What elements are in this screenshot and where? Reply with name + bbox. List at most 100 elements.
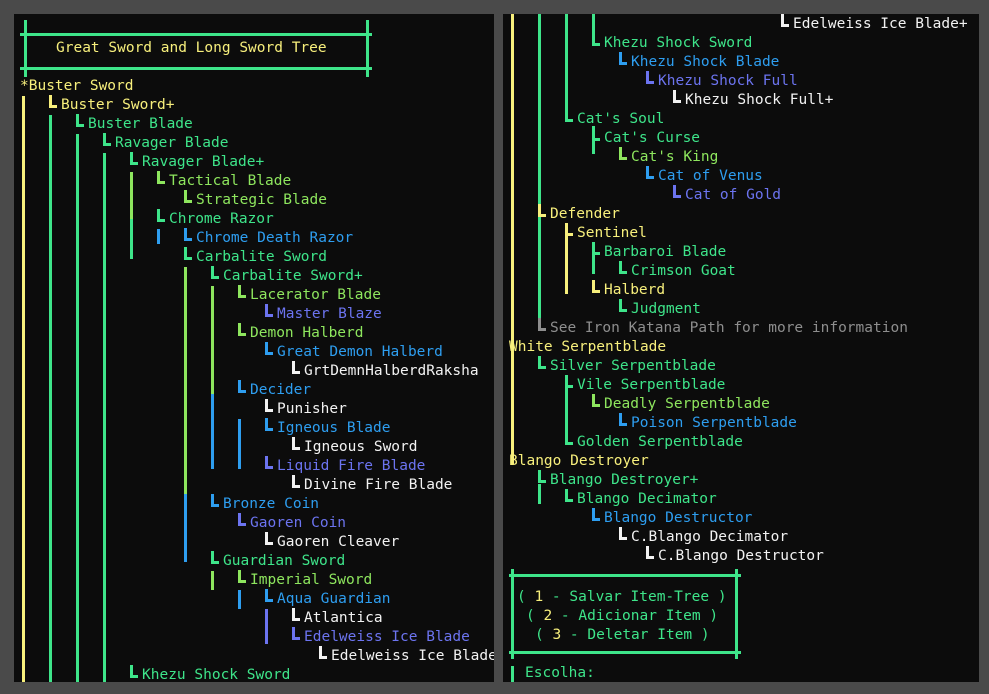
tree-node: Cat's King (631, 149, 719, 165)
branch-connector (619, 537, 627, 540)
tree-node: Liquid Fire Blade (277, 458, 426, 474)
branch-connector (619, 157, 627, 160)
tree-node: Carbalite Sword (196, 249, 327, 265)
branch-connector (565, 233, 573, 236)
tree-branch-line (22, 96, 25, 682)
tree-branch-line (238, 590, 241, 609)
branch-connector (130, 675, 138, 678)
tree-node: Decider (250, 382, 312, 398)
branch-connector (538, 328, 546, 331)
branch-connector (538, 366, 546, 369)
tree-node: Barbaroi Blade (604, 244, 727, 260)
branch-connector (238, 390, 246, 393)
tree-branch-line (265, 609, 268, 644)
branch-connector (319, 656, 327, 659)
menu-option-number: 2 (543, 608, 553, 624)
branch-connector (619, 62, 627, 65)
branch-connector (646, 556, 654, 559)
tree-branch-line (538, 14, 541, 329)
tree-node: See Iron Katana Path for more informatio… (550, 320, 908, 336)
tree-node: Lacerator Blade (250, 287, 381, 303)
branch-connector (592, 138, 600, 141)
tree-node: Bronze Coin (223, 496, 320, 512)
choice-prompt[interactable]: Escolha: (525, 664, 595, 682)
branch-connector (103, 143, 111, 146)
tree-branch-line (511, 14, 514, 464)
menu-option[interactable]: ( 2 - Adicionar Item ) (526, 607, 718, 626)
tree-node: Master Blaze (277, 306, 382, 322)
menu-option-label: Deletar Item (587, 627, 693, 643)
branch-connector (646, 81, 654, 84)
tree-node: GrtDemnHalberdRaksha (304, 363, 479, 379)
tree-node: Great Demon Halberd (277, 344, 443, 360)
tree-branch-line (157, 229, 160, 244)
prompt-cursor-bar (511, 666, 514, 682)
tree-node: Khezu Shock Blade (631, 54, 780, 70)
menu-option[interactable]: ( 3 - Deletar Item ) (535, 626, 710, 645)
branch-connector (565, 499, 573, 502)
tree-node: Chrome Razor (169, 211, 274, 227)
title-box-border (20, 67, 372, 70)
tree-node: Edelweiss Ice Blade+ (331, 648, 494, 664)
branch-connector (238, 295, 246, 298)
tree-node: Golden Serpentblade (577, 434, 743, 450)
tree-node: Blango Decimator (577, 491, 717, 507)
menu-border (509, 574, 741, 577)
tree-node: Silver Serpentblade (550, 358, 716, 374)
branch-connector (265, 542, 273, 545)
page-title: Great Sword and Long Sword Tree (56, 40, 327, 56)
branch-connector (265, 352, 273, 355)
tree-node: Cat of Gold (685, 187, 782, 203)
branch-connector (565, 385, 573, 388)
tree-node: White Serpentblade (509, 339, 667, 355)
branch-connector (646, 176, 654, 179)
menu-option-label: Adicionar Item (578, 608, 701, 624)
branch-connector (265, 466, 273, 469)
tree-node: Edelweiss Ice Blade (304, 629, 470, 645)
menu-option-number: 3 (552, 627, 562, 643)
tree-node: Blango Destructor (604, 510, 753, 526)
tree-node: Buster Blade (88, 116, 193, 132)
title-box-border (20, 33, 372, 36)
tree-node: Edelweiss Ice Blade+ (793, 16, 968, 32)
tree-node: Demon Halberd (250, 325, 364, 341)
branch-connector (538, 480, 546, 483)
branch-connector (184, 257, 192, 260)
tree-node: Khezu Shock Sword (142, 667, 291, 682)
menu-option-number: 1 (534, 589, 544, 605)
tree-branch-line (184, 494, 187, 562)
tree-node: Punisher (277, 401, 347, 417)
tree-branch-line (211, 286, 214, 394)
tree-node: Igneous Sword (304, 439, 418, 455)
tree-node: Blango Destroyer (509, 453, 649, 469)
tree-branch-line (238, 419, 241, 469)
branch-connector (538, 214, 546, 217)
menu-option[interactable]: ( 1 - Salvar Item-Tree ) (517, 588, 727, 607)
branch-connector (238, 333, 246, 336)
branch-connector (211, 561, 219, 564)
tree-branch-line (103, 153, 106, 682)
tree-node: Igneous Blade (277, 420, 391, 436)
tree-node: Defender (550, 206, 620, 222)
branch-connector (265, 428, 273, 431)
tree-branch-line (130, 219, 133, 259)
branch-connector (292, 618, 300, 621)
branch-connector (211, 504, 219, 507)
tree-node: Divine Fire Blade (304, 477, 453, 493)
tree-node: Carbalite Sword+ (223, 268, 363, 284)
branch-connector (592, 404, 600, 407)
branch-connector (292, 447, 300, 450)
branch-connector (292, 371, 300, 374)
tree-node: Deadly Serpentblade (604, 396, 770, 412)
branch-connector (592, 252, 600, 255)
branch-connector (781, 24, 789, 27)
tree-branch-line (49, 115, 52, 682)
branch-connector (619, 309, 627, 312)
tree-node: Aqua Guardian (277, 591, 391, 607)
tree-node: Poison Serpentblade (631, 415, 797, 431)
tree-branch-line (76, 134, 79, 682)
right-terminal-pane: Edelweiss Ice Blade+ Khezu Shock Sword Khe… (503, 14, 979, 682)
branch-connector (673, 100, 681, 103)
tree-node: C.Blango Decimator (631, 529, 789, 545)
branch-connector (265, 599, 273, 602)
